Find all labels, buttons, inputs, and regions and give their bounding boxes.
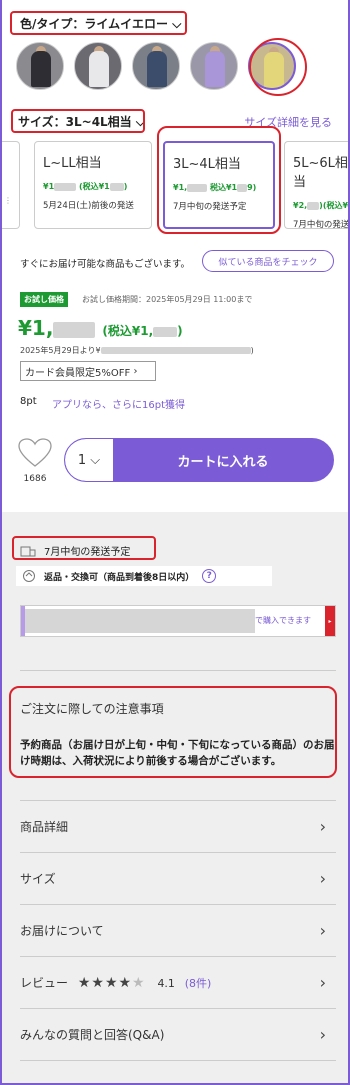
color-thumb-1[interactable] [16, 42, 64, 90]
chevron-right-icon: › [319, 920, 326, 940]
divider [20, 1060, 336, 1061]
divider [20, 670, 336, 671]
menu-delivery[interactable]: お届けについて › [20, 905, 336, 955]
banner-redacted [25, 609, 255, 633]
price-from-date: 2025年5月29日より¥) [20, 346, 254, 355]
size-card-name: 3L~4L相当 [173, 157, 241, 172]
quantity-select[interactable]: 1 ⌵ [65, 439, 113, 481]
review-count[interactable]: (8件) [185, 977, 212, 990]
chevron-down-icon: ⌵ [172, 17, 182, 31]
promo-banner[interactable]: で購入できます ▸ [20, 605, 336, 637]
size-detail-link[interactable]: サイズ詳細を見る [244, 114, 332, 130]
highlight-selected-color [249, 38, 307, 96]
trial-price-period: お試し価格期間：2025年05月29日 11:00まで [82, 295, 253, 304]
rating-value: 4.1 [157, 976, 175, 990]
banner-arrow-icon: ▸ [325, 606, 335, 636]
chevron-right-icon: › [319, 868, 326, 888]
menu-reviews[interactable]: レビュー ★★★★★ 4.1 (8件) › [20, 957, 336, 1007]
price-main: ¥1, (税込¥1,) [18, 316, 183, 340]
size-card-5l-6l[interactable]: 5L~6L相当 ¥2,)(税込¥ 7月中旬の発送 [284, 141, 350, 230]
app-points-link[interactable]: アプリなら、さらに16pt獲得 [52, 396, 185, 411]
chevron-right-icon: › [133, 365, 138, 377]
favorite-count: 1686 [23, 474, 47, 484]
notice-title: ご注文に際しての注意事項 [20, 702, 164, 716]
size-card-ship: 7月中旬の発送予定 [173, 202, 247, 212]
add-to-cart-button[interactable]: カートに入れる [113, 439, 333, 481]
size-card-ship: 7月中旬の発送 [293, 220, 350, 230]
points-text: 8pt [20, 396, 37, 407]
size-card-partial-left[interactable]: ⋮ [2, 141, 20, 229]
heart-icon [18, 438, 52, 467]
product-page: 色/タイプ：ライムイエロー ⌵ サイズ：3L~4L相当 ⌵ サイズ詳細を見る ⋮… [0, 0, 350, 1085]
rating-stars: ★★★★★ [77, 974, 146, 991]
menu-product-details[interactable]: 商品詳細 › [20, 801, 336, 851]
chevron-down-icon: ⌵ [90, 452, 101, 468]
chevron-right-icon: › [319, 816, 326, 836]
menu-qa[interactable]: みんなの質問と回答(Q&A) › [20, 1009, 336, 1059]
size-card-name: 5L~6L相当 [293, 156, 348, 190]
size-label[interactable]: サイズ：3L~4L相当 ⌵ [18, 113, 145, 130]
color-type-text: 色/タイプ：ライムイエロー [20, 17, 169, 31]
return-icon [23, 570, 35, 582]
size-card-3l-4l-selected[interactable]: 3L~4L相当 ¥1, 税込¥1 9) 7月中旬の発送予定 [163, 141, 275, 229]
cart-control: 1 ⌵ カートに入れる [64, 438, 334, 482]
banner-text: で購入できます [255, 616, 311, 625]
chevron-right-icon: › [319, 972, 326, 992]
instock-text: すぐにお届け可能な商品もございます。 [20, 259, 191, 270]
size-card-ship: 5月24日(土)前後の発送 [43, 201, 134, 211]
returns-info: 返品・交換可（商品到着後8日以内） ? [16, 566, 272, 586]
box-icon [20, 546, 36, 556]
size-card-price: ¥2,)(税込¥ [293, 201, 349, 210]
shipping-note: 7月中旬の発送予定 [20, 543, 130, 558]
trial-price-badge: お試し価格 [20, 292, 68, 307]
notice-body: 予約商品（お届け日が上旬・中旬・下旬になっている商品）のお届け時期は、入荷状況に… [20, 739, 335, 767]
size-card-l-ll[interactable]: L~LL相当 ¥1 (税込¥1) 5月24日(土)前後の発送 [34, 141, 152, 229]
color-thumb-2[interactable] [74, 42, 122, 90]
chevron-down-icon: ⌵ [135, 115, 145, 129]
help-icon[interactable]: ? [202, 569, 217, 583]
menu-size[interactable]: サイズ › [20, 853, 336, 903]
size-card-price: ¥1 (税込¥1) [43, 182, 128, 191]
size-card-price: ¥1, 税込¥1 9) [173, 183, 257, 192]
card-discount-button[interactable]: カード会員限定5%OFF › [20, 361, 156, 381]
color-thumb-3[interactable] [132, 42, 180, 90]
favorite-button[interactable]: 1686 [18, 438, 52, 484]
chevron-right-icon: › [319, 1024, 326, 1044]
size-card-name: L~LL相当 [43, 156, 102, 171]
similar-items-button[interactable]: 似ている商品をチェック [202, 250, 334, 272]
size-label-text: サイズ：3L~4L相当 [18, 115, 132, 129]
color-type-label[interactable]: 色/タイプ：ライムイエロー ⌵ [20, 15, 181, 32]
color-thumb-4[interactable] [190, 42, 238, 90]
